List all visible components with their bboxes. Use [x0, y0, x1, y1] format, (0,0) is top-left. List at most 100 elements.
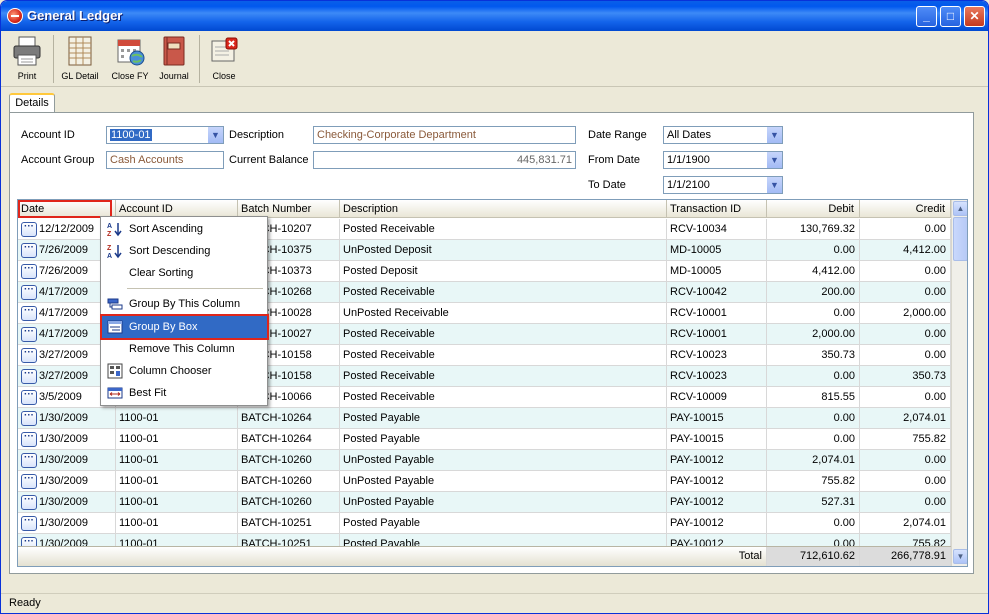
cell-batch: BATCH-10260: [238, 492, 340, 513]
column-header-transaction-id[interactable]: Transaction ID: [667, 200, 767, 218]
cell-credit: 0.00: [860, 492, 951, 513]
date-range-combo[interactable]: All Dates ▼: [663, 126, 783, 144]
gl-detail-button[interactable]: GL Detail: [58, 33, 102, 85]
table-row[interactable]: ··· 1/30/2009 1100-01 BATCH-10264 Posted Pay…: [18, 429, 951, 450]
to-date-combo[interactable]: 1/1/2100 ▼: [663, 176, 783, 194]
row-detail-icon[interactable]: ···: [21, 389, 37, 405]
row-detail-icon[interactable]: ···: [21, 347, 37, 363]
menu-item-column-chooser[interactable]: Column Chooser: [102, 360, 267, 382]
cell-credit: 0.00: [860, 282, 951, 303]
from-date-combo[interactable]: 1/1/1900 ▼: [663, 151, 783, 169]
general-ledger-window: General Ledger _ □ ✕ Print GL Detail Clo…: [0, 0, 989, 614]
chevron-down-icon[interactable]: ▼: [207, 127, 223, 143]
close-fy-button[interactable]: Close FY: [106, 33, 154, 85]
menu-item-label: Column Chooser: [129, 365, 212, 377]
chevron-down-icon[interactable]: ▼: [766, 152, 782, 168]
chevron-down-icon[interactable]: ▼: [766, 177, 782, 193]
cell-date-text: 4/17/2009: [39, 307, 88, 319]
date-range-value: All Dates: [667, 129, 712, 141]
scroll-down-icon[interactable]: ▼: [953, 549, 967, 564]
row-detail-icon[interactable]: ···: [21, 263, 37, 279]
menu-item-label: Sort Descending: [129, 245, 211, 257]
menu-item-sort-ascending[interactable]: AZ Sort Ascending: [102, 218, 267, 240]
group-column-icon: [107, 296, 123, 312]
row-detail-icon[interactable]: ···: [21, 221, 37, 237]
table-row[interactable]: ··· 1/30/2009 1100-01 BATCH-10260 UnPosted P…: [18, 492, 951, 513]
cell-desc: UnPosted Payable: [340, 471, 667, 492]
journal-button[interactable]: Journal: [156, 33, 192, 85]
row-detail-icon[interactable]: ···: [21, 326, 37, 342]
row-detail-icon[interactable]: ···: [21, 242, 37, 258]
cell-debit: 0.00: [767, 429, 860, 450]
description-label: Description: [229, 129, 285, 141]
account-id-combo[interactable]: 1100-01 ▼: [106, 126, 224, 144]
cell-credit: 0.00: [860, 471, 951, 492]
column-header-debit[interactable]: Debit: [767, 200, 860, 218]
menu-item-clear-sorting[interactable]: Clear Sorting: [102, 262, 267, 284]
cell-desc: Posted Receivable: [340, 366, 667, 387]
cell-txn: RCV-10034: [667, 219, 767, 240]
print-button[interactable]: Print: [7, 33, 47, 85]
menu-item-best-fit[interactable]: Best Fit: [102, 382, 267, 404]
scroll-thumb[interactable]: [953, 217, 967, 261]
cell-date-text: 4/17/2009: [39, 286, 88, 298]
toolbar-separator: [53, 35, 54, 83]
row-detail-icon[interactable]: ···: [21, 305, 37, 321]
chevron-down-icon[interactable]: ▼: [766, 127, 782, 143]
cell-credit: 350.73: [860, 366, 951, 387]
row-detail-icon[interactable]: ···: [21, 515, 37, 531]
menu-item-group-by-this-column[interactable]: Group By This Column: [102, 293, 267, 315]
best-fit-icon: [107, 385, 123, 401]
cell-date: ··· 1/30/2009: [18, 471, 116, 492]
cell-batch: BATCH-10260: [238, 471, 340, 492]
to-date-label: To Date: [588, 179, 626, 191]
date-range-label: Date Range: [588, 129, 647, 141]
menu-item-group-by-box[interactable]: Group By Box: [100, 314, 269, 340]
row-detail-icon[interactable]: ···: [21, 368, 37, 384]
row-detail-icon[interactable]: ···: [21, 494, 37, 510]
cell-credit: 0.00: [860, 345, 951, 366]
row-detail-icon[interactable]: ···: [21, 284, 37, 300]
svg-text:A: A: [107, 253, 112, 259]
menu-item-sort-descending[interactable]: ZA Sort Descending: [102, 240, 267, 262]
title-bar[interactable]: General Ledger _ □ ✕: [1, 1, 988, 31]
minimize-button[interactable]: _: [916, 6, 937, 27]
row-detail-icon[interactable]: ···: [21, 452, 37, 468]
current-balance-field[interactable]: 445,831.71: [313, 151, 576, 169]
maximize-button[interactable]: □: [940, 6, 961, 27]
cell-desc: UnPosted Payable: [340, 450, 667, 471]
cell-account: 1100-01: [116, 450, 238, 471]
close-button[interactable]: Close: [205, 33, 243, 85]
cell-desc: Posted Receivable: [340, 387, 667, 408]
cell-txn: RCV-10001: [667, 324, 767, 345]
table-row[interactable]: ··· 1/30/2009 1100-01 BATCH-10251 Posted Pay…: [18, 513, 951, 534]
cell-date-text: 3/27/2009: [39, 349, 88, 361]
table-row[interactable]: ··· 1/30/2009 1100-01 BATCH-10264 Posted Pay…: [18, 408, 951, 429]
cell-credit: 0.00: [860, 261, 951, 282]
row-detail-icon[interactable]: ···: [21, 473, 37, 489]
tab-details[interactable]: Details: [9, 93, 55, 113]
cell-date-text: 3/27/2009: [39, 370, 88, 382]
account-group-field[interactable]: Cash Accounts: [106, 151, 224, 169]
toolbar-separator: [199, 35, 200, 83]
cell-desc: Posted Receivable: [340, 324, 667, 345]
cell-debit: 0.00: [767, 303, 860, 324]
column-header-description[interactable]: Description: [340, 200, 667, 218]
row-detail-icon[interactable]: ···: [21, 431, 37, 447]
account-group-label: Account Group: [21, 154, 95, 166]
close-window-button[interactable]: ✕: [964, 6, 985, 27]
cell-debit: 0.00: [767, 408, 860, 429]
cell-date-text: 1/30/2009: [39, 496, 88, 508]
cell-debit: 0.00: [767, 240, 860, 261]
description-field[interactable]: Checking-Corporate Department: [313, 126, 576, 144]
table-row[interactable]: ··· 1/30/2009 1100-01 BATCH-10260 UnPosted P…: [18, 450, 951, 471]
menu-item-remove-this-column[interactable]: Remove This Column: [102, 338, 267, 360]
cell-debit: 0.00: [767, 366, 860, 387]
scroll-up-icon[interactable]: ▲: [953, 201, 967, 216]
row-detail-icon[interactable]: ···: [21, 410, 37, 426]
column-header-credit[interactable]: Credit: [860, 200, 951, 218]
ledger-sheet-icon: [65, 35, 95, 67]
cell-desc: Posted Payable: [340, 513, 667, 534]
vertical-scrollbar[interactable]: ▲ ▼: [951, 200, 967, 566]
table-row[interactable]: ··· 1/30/2009 1100-01 BATCH-10260 UnPosted P…: [18, 471, 951, 492]
